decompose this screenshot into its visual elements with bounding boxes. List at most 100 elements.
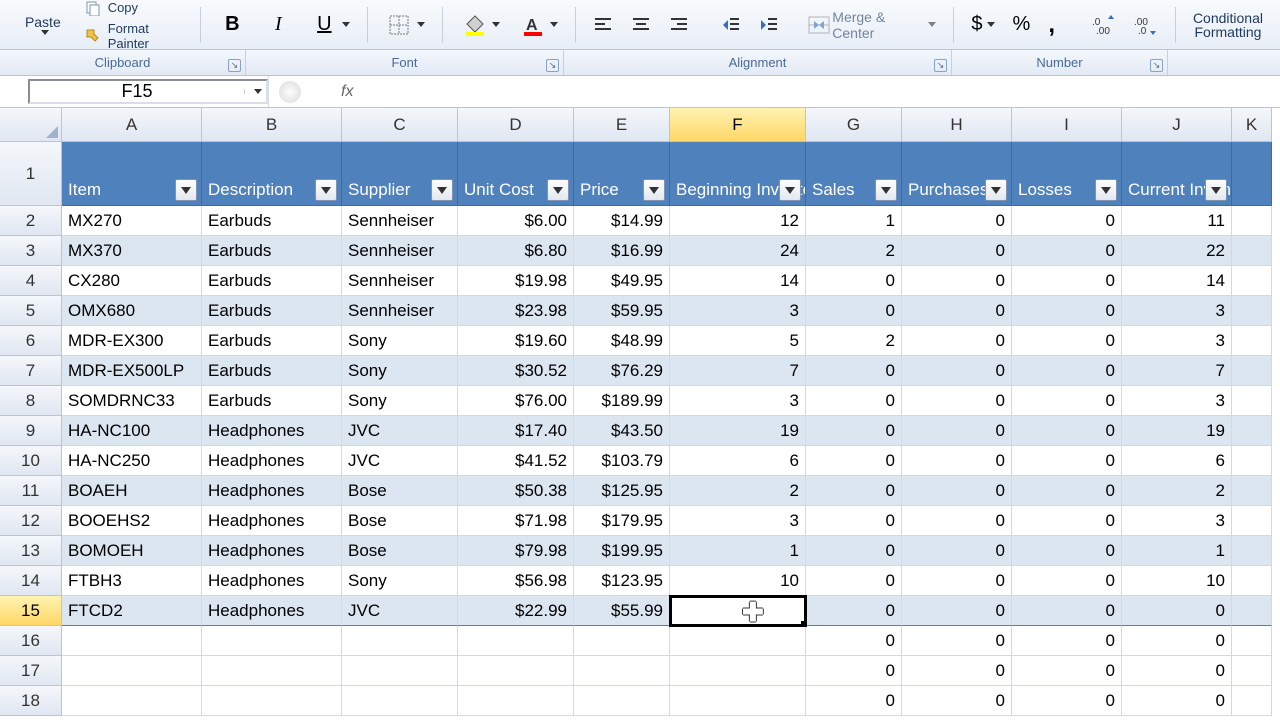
cell-B6[interactable]: Earbuds [202, 326, 342, 356]
cell-J15[interactable]: 0 [1122, 596, 1232, 626]
cell-H8[interactable]: 0 [902, 386, 1012, 416]
cell-A5[interactable]: OMX680 [62, 296, 202, 326]
cell-G17[interactable]: 0 [806, 656, 902, 686]
italic-button[interactable]: I [257, 6, 299, 44]
cell-G10[interactable]: 0 [806, 446, 902, 476]
cell-J3[interactable]: 22 [1122, 236, 1232, 266]
paste-button[interactable]: Paste [10, 14, 76, 35]
cell-F13[interactable]: 1 [670, 536, 806, 566]
cell-H9[interactable]: 0 [902, 416, 1012, 446]
conditional-formatting-button[interactable]: Conditional Formatting [1186, 6, 1270, 44]
cell-C8[interactable]: Sony [342, 386, 458, 416]
comma-button[interactable]: , [1041, 6, 1062, 44]
column-header-J[interactable]: J [1122, 108, 1232, 142]
cell-F3[interactable]: 24 [670, 236, 806, 266]
cell-J4[interactable]: 14 [1122, 266, 1232, 296]
cell-K9[interactable] [1232, 416, 1272, 446]
filter-button[interactable] [431, 179, 453, 201]
cell-E7[interactable]: $76.29 [574, 356, 670, 386]
cell-B8[interactable]: Earbuds [202, 386, 342, 416]
column-header-C[interactable]: C [342, 108, 458, 142]
column-header-K[interactable]: K [1232, 108, 1272, 142]
cell-C4[interactable]: Sennheiser [342, 266, 458, 296]
cell-E15[interactable]: $55.99 [574, 596, 670, 626]
filter-button[interactable] [1095, 179, 1117, 201]
cell-I10[interactable]: 0 [1012, 446, 1122, 476]
cell-B5[interactable]: Earbuds [202, 296, 342, 326]
row-header-4[interactable]: 4 [0, 266, 62, 296]
cell-C12[interactable]: Bose [342, 506, 458, 536]
cell-I8[interactable]: 0 [1012, 386, 1122, 416]
cell-K16[interactable] [1232, 626, 1272, 656]
cell-A10[interactable]: HA-NC250 [62, 446, 202, 476]
cell-E10[interactable]: $103.79 [574, 446, 670, 476]
align-right-button[interactable] [662, 10, 696, 40]
cell-K12[interactable] [1232, 506, 1272, 536]
cell-F4[interactable]: 14 [670, 266, 806, 296]
cell-G5[interactable]: 0 [806, 296, 902, 326]
cell-H16[interactable]: 0 [902, 626, 1012, 656]
row-header-7[interactable]: 7 [0, 356, 62, 386]
cell-I13[interactable]: 0 [1012, 536, 1122, 566]
cell-A6[interactable]: MDR-EX300 [62, 326, 202, 356]
cell-B11[interactable]: Headphones [202, 476, 342, 506]
cell-A7[interactable]: MDR-EX500LP [62, 356, 202, 386]
cell-F6[interactable]: 5 [670, 326, 806, 356]
cell-A4[interactable]: CX280 [62, 266, 202, 296]
cell-J17[interactable]: 0 [1122, 656, 1232, 686]
name-box-dropdown[interactable] [244, 89, 266, 94]
copy-button[interactable]: Copy [80, 0, 191, 18]
cell-F12[interactable]: 3 [670, 506, 806, 536]
table-header[interactable]: Beginning Inventory [670, 142, 806, 206]
cell-A8[interactable]: SOMDRNC33 [62, 386, 202, 416]
cell-D12[interactable]: $71.98 [458, 506, 574, 536]
cell-C18[interactable] [342, 686, 458, 716]
cell-E14[interactable]: $123.95 [574, 566, 670, 596]
cell-F15[interactable]: ✚ [670, 596, 806, 626]
cell-G15[interactable]: 0 [806, 596, 902, 626]
cell-H3[interactable]: 0 [902, 236, 1012, 266]
table-header[interactable]: Description [202, 142, 342, 206]
clipboard-launcher[interactable]: ↘ [228, 59, 241, 72]
cell-G9[interactable]: 0 [806, 416, 902, 446]
cell-K3[interactable] [1232, 236, 1272, 266]
cell-B14[interactable]: Headphones [202, 566, 342, 596]
cell-K5[interactable] [1232, 296, 1272, 326]
cell-D3[interactable]: $6.80 [458, 236, 574, 266]
cell-I14[interactable]: 0 [1012, 566, 1122, 596]
cell-F9[interactable]: 19 [670, 416, 806, 446]
cell-I2[interactable]: 0 [1012, 206, 1122, 236]
cell-F17[interactable] [670, 656, 806, 686]
cell-I15[interactable]: 0 [1012, 596, 1122, 626]
cell-H15[interactable]: 0 [902, 596, 1012, 626]
cell-C17[interactable] [342, 656, 458, 686]
cell-J9[interactable]: 19 [1122, 416, 1232, 446]
cell-G12[interactable]: 0 [806, 506, 902, 536]
cell-C6[interactable]: Sony [342, 326, 458, 356]
table-header[interactable]: Current Inventory [1122, 142, 1232, 206]
row-header-17[interactable]: 17 [0, 656, 62, 686]
cell-J7[interactable]: 7 [1122, 356, 1232, 386]
cell-A2[interactable]: MX270 [62, 206, 202, 236]
cell-H14[interactable]: 0 [902, 566, 1012, 596]
cell-E3[interactable]: $16.99 [574, 236, 670, 266]
row-header-5[interactable]: 5 [0, 296, 62, 326]
decrease-decimal-button[interactable]: .00.0 [1127, 10, 1165, 40]
cell-G6[interactable]: 2 [806, 326, 902, 356]
cell-E4[interactable]: $49.95 [574, 266, 670, 296]
increase-decimal-button[interactable]: .0.00 [1085, 10, 1123, 40]
cell-K13[interactable] [1232, 536, 1272, 566]
cell-A16[interactable] [62, 626, 202, 656]
cell-D9[interactable]: $17.40 [458, 416, 574, 446]
column-header-D[interactable]: D [458, 108, 574, 142]
worksheet[interactable]: ABCDEFGHIJK 123456789101112131415161718 … [0, 108, 1280, 716]
cell-K10[interactable] [1232, 446, 1272, 476]
cell-I4[interactable]: 0 [1012, 266, 1122, 296]
cell-A14[interactable]: FTBH3 [62, 566, 202, 596]
cell-D4[interactable]: $19.98 [458, 266, 574, 296]
column-header-I[interactable]: I [1012, 108, 1122, 142]
increase-indent-button[interactable] [752, 10, 786, 40]
fx-label[interactable]: fx [341, 83, 353, 101]
cell-B12[interactable]: Headphones [202, 506, 342, 536]
cell-C16[interactable] [342, 626, 458, 656]
